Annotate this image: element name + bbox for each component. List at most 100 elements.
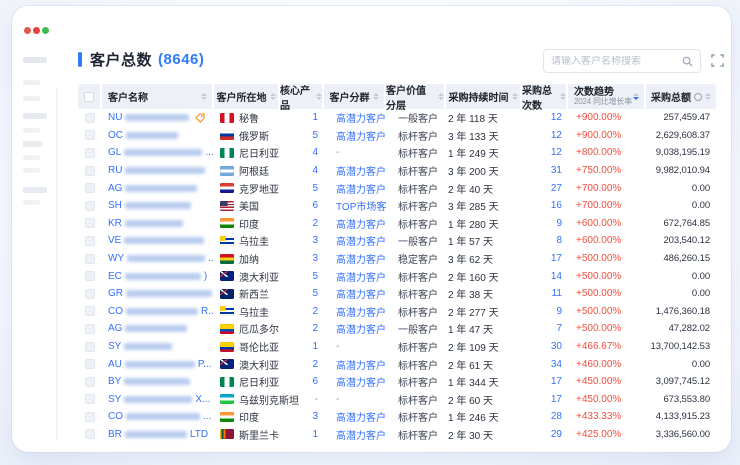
purchase-count[interactable]: 12 xyxy=(551,147,562,158)
segment-label[interactable]: 高潜力客户 xyxy=(336,357,386,372)
customer-name-link[interactable]: SY xyxy=(108,341,121,352)
row-checkbox[interactable] xyxy=(85,394,95,404)
customer-name-link[interactable]: CO xyxy=(108,411,123,422)
core-product-count[interactable]: 5 xyxy=(312,130,318,141)
purchase-count[interactable]: 14 xyxy=(551,271,562,282)
customer-name-link[interactable]: NU xyxy=(108,112,122,123)
core-product-count[interactable]: 6 xyxy=(312,200,318,211)
segment-label[interactable]: 高潜力客户 xyxy=(336,181,386,196)
segment-label[interactable]: 高潜力客户 xyxy=(336,128,386,143)
sort-caret[interactable] xyxy=(705,93,711,100)
core-product-count[interactable]: 2 xyxy=(312,218,318,229)
purchase-count[interactable]: 34 xyxy=(551,359,562,370)
customer-name-link[interactable]: KR xyxy=(108,218,122,229)
sort-caret[interactable] xyxy=(270,93,276,100)
segment-label[interactable]: 高潜力客户 xyxy=(336,409,386,424)
column-header-3[interactable]: 核心产品 xyxy=(280,84,324,109)
customer-name-tail[interactable]: LTD xyxy=(190,429,208,440)
sort-caret[interactable] xyxy=(512,93,518,100)
search-box[interactable] xyxy=(543,49,701,73)
core-product-count[interactable]: 1 xyxy=(312,341,318,352)
sort-caret[interactable] xyxy=(373,93,379,100)
core-product-count[interactable]: 3 xyxy=(312,253,318,264)
customer-name-link[interactable]: AG xyxy=(108,183,122,194)
sort-caret[interactable] xyxy=(560,93,566,100)
segment-label[interactable]: 高潜力客户 xyxy=(336,321,386,336)
traffic-light-maximize[interactable] xyxy=(42,27,49,34)
customer-name-link[interactable]: CO xyxy=(108,306,123,317)
purchase-count[interactable]: 17 xyxy=(551,394,562,405)
row-checkbox[interactable] xyxy=(85,289,95,299)
expand-button[interactable] xyxy=(711,54,725,68)
customer-name-link[interactable]: BY xyxy=(108,376,121,387)
purchase-count[interactable]: 17 xyxy=(551,376,562,387)
column-header-1[interactable]: 客户名称 xyxy=(102,84,214,109)
segment-label[interactable]: 高潜力客户 xyxy=(336,304,386,319)
row-checkbox[interactable] xyxy=(85,324,95,334)
row-checkbox[interactable] xyxy=(85,429,95,439)
purchase-count[interactable]: 16 xyxy=(551,200,562,211)
column-header-8[interactable]: 次数趋势2024 同比增长率 xyxy=(568,84,646,109)
core-product-count[interactable]: 5 xyxy=(312,288,318,299)
core-product-count[interactable]: 1 xyxy=(312,429,318,440)
customer-name-link[interactable]: AU xyxy=(108,359,122,370)
customer-name-link[interactable]: OC xyxy=(108,130,123,141)
row-checkbox[interactable] xyxy=(85,359,95,369)
row-checkbox[interactable] xyxy=(85,130,95,140)
row-checkbox[interactable] xyxy=(85,254,95,264)
row-checkbox[interactable] xyxy=(85,113,95,123)
column-header-4[interactable]: 客户分群 xyxy=(324,84,386,109)
purchase-count[interactable]: 31 xyxy=(551,165,562,176)
purchase-count[interactable]: 17 xyxy=(551,253,562,264)
customer-name-tail[interactable]: P... xyxy=(198,359,212,370)
segment-label[interactable]: 高潜力客户 xyxy=(336,269,386,284)
traffic-light-minimize[interactable] xyxy=(33,27,40,34)
customer-name-link[interactable]: SY xyxy=(108,394,121,405)
column-header-6[interactable]: 采购持续时间 xyxy=(446,84,522,109)
customer-name-link[interactable]: SH xyxy=(108,200,122,211)
purchase-count[interactable]: 28 xyxy=(551,411,562,422)
purchase-count[interactable]: 7 xyxy=(556,323,562,334)
customer-name-link[interactable]: GL xyxy=(108,147,121,158)
column-header-2[interactable]: 客户所在地 xyxy=(214,84,280,109)
core-product-count[interactable]: 2 xyxy=(312,359,318,370)
core-product-count[interactable]: 2 xyxy=(312,323,318,334)
segment-label[interactable]: 高潜力客户 xyxy=(336,251,386,266)
core-product-count[interactable]: 6 xyxy=(312,376,318,387)
column-header-5[interactable]: 客户价值分层 xyxy=(386,84,446,109)
customer-name-link[interactable]: AG xyxy=(108,323,122,334)
purchase-count[interactable]: 12 xyxy=(551,130,562,141)
row-checkbox[interactable] xyxy=(85,148,95,158)
sort-caret[interactable] xyxy=(633,93,639,100)
search-input[interactable] xyxy=(551,56,682,67)
customer-name-link[interactable]: BR xyxy=(108,429,122,440)
core-product-count[interactable]: 4 xyxy=(312,165,318,176)
sort-caret[interactable] xyxy=(438,93,444,100)
row-checkbox[interactable] xyxy=(85,183,95,193)
customer-name-tail[interactable]: ) xyxy=(204,271,207,282)
purchase-count[interactable]: 9 xyxy=(556,306,562,317)
row-checkbox[interactable] xyxy=(85,271,95,281)
purchase-count[interactable]: 11 xyxy=(552,288,562,299)
customer-name-link[interactable]: GR xyxy=(108,288,123,299)
customer-name-link[interactable]: WY xyxy=(108,253,124,264)
purchase-count[interactable]: 29 xyxy=(551,429,562,440)
select-all-checkbox[interactable] xyxy=(84,92,94,102)
core-product-count[interactable]: 3 xyxy=(312,235,318,246)
segment-label[interactable]: 高潜力客户 xyxy=(336,216,386,231)
purchase-count[interactable]: 9 xyxy=(556,218,562,229)
column-header-9[interactable]: 采购总额 xyxy=(646,84,716,109)
row-checkbox[interactable] xyxy=(85,218,95,228)
sort-caret[interactable] xyxy=(316,93,322,100)
row-checkbox[interactable] xyxy=(85,412,95,422)
purchase-count[interactable]: 8 xyxy=(556,235,562,246)
row-checkbox[interactable] xyxy=(85,236,95,246)
row-checkbox[interactable] xyxy=(85,201,95,211)
row-checkbox[interactable] xyxy=(85,342,95,352)
column-header-7[interactable]: 采购总次数 xyxy=(522,84,568,109)
row-checkbox[interactable] xyxy=(85,377,95,387)
core-product-count[interactable]: 2 xyxy=(312,306,318,317)
purchase-count[interactable]: 30 xyxy=(551,341,562,352)
traffic-light-close[interactable] xyxy=(24,27,31,34)
segment-label[interactable]: TOP市场客户 xyxy=(336,198,386,213)
